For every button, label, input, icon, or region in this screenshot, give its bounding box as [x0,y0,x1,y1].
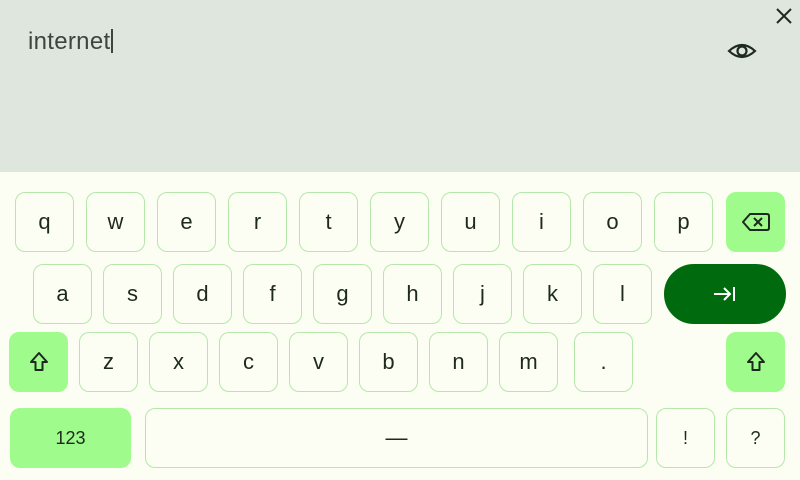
key-o[interactable]: o [583,192,642,252]
key-i[interactable]: i [512,192,571,252]
key-r[interactable]: r [228,192,287,252]
key-b[interactable]: b [359,332,418,392]
key-c[interactable]: c [219,332,278,392]
key-w[interactable]: w [86,192,145,252]
key-period[interactable]: . [574,332,633,392]
key-h[interactable]: h [383,264,442,324]
key-q[interactable]: q [15,192,74,252]
key-d[interactable]: d [173,264,232,324]
space-key[interactable]: — [145,408,648,468]
key-l[interactable]: l [593,264,652,324]
key-z[interactable]: z [79,332,138,392]
key-f[interactable]: f [243,264,302,324]
symbols-key[interactable]: 123 [10,408,131,468]
key-k[interactable]: k [523,264,582,324]
key-v[interactable]: v [289,332,348,392]
key-m[interactable]: m [499,332,558,392]
key-question[interactable]: ? [726,408,785,468]
text-caret [111,29,114,53]
key-e[interactable]: e [157,192,216,252]
eye-icon [727,43,757,59]
close-icon [776,8,792,24]
key-u[interactable]: u [441,192,500,252]
key-exclamation[interactable]: ! [656,408,715,468]
tab-arrow-icon [714,287,735,301]
shift-arrow-icon [746,352,765,371]
enter-key[interactable] [664,264,786,324]
key-s[interactable]: s [103,264,162,324]
shift-key-right[interactable] [726,332,785,392]
backspace-icon [741,213,770,231]
shift-arrow-icon [29,352,48,371]
key-a[interactable]: a [33,264,92,324]
backspace-key[interactable] [726,192,785,252]
shift-key-left[interactable] [9,332,68,392]
text-input-area[interactable]: internet [0,0,800,172]
show-password-button[interactable] [726,36,758,66]
key-t[interactable]: t [299,192,358,252]
text-input-value: internet [28,28,114,56]
key-g[interactable]: g [313,264,372,324]
key-j[interactable]: j [453,264,512,324]
key-n[interactable]: n [429,332,488,392]
key-x[interactable]: x [149,332,208,392]
key-p[interactable]: p [654,192,713,252]
key-y[interactable]: y [370,192,429,252]
close-button[interactable] [772,4,796,28]
